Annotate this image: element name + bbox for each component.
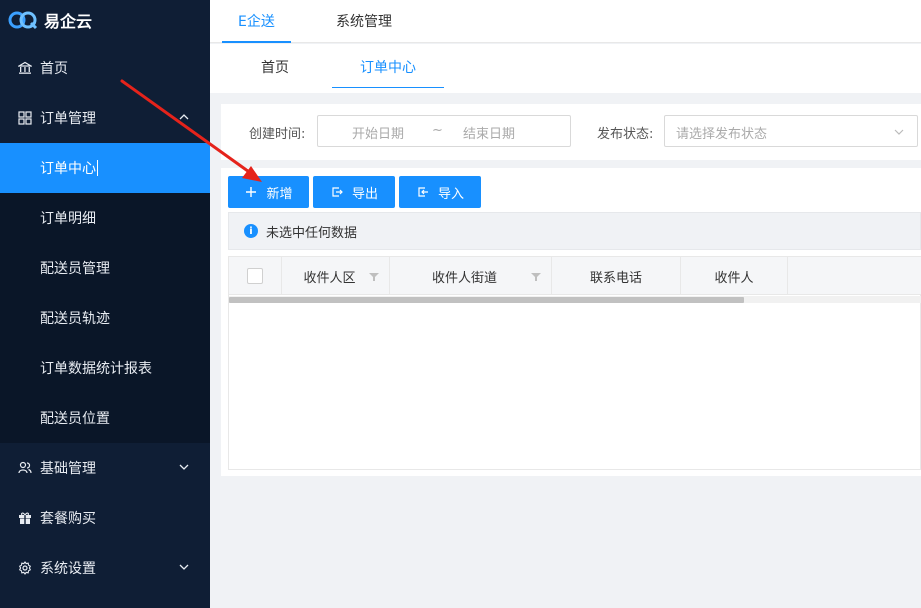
sidebar-item-home[interactable]: 首页 (0, 43, 210, 93)
order-table-card: 新增 导出 导入 i 未选中任何数据 收件人区 收件人街道 联系电话 收件人 (221, 168, 921, 476)
plus-icon (244, 185, 258, 199)
tab-home[interactable]: 首页 (232, 44, 318, 88)
column-header-recipient-street[interactable]: 收件人街道 (390, 257, 552, 295)
selection-info-bar: i 未选中任何数据 (228, 212, 921, 250)
sidebar-item-basic-management[interactable]: 基础管理 (0, 443, 210, 493)
column-header-label: 联系电话 (589, 270, 642, 286)
logo[interactable]: 易企云 (0, 0, 210, 40)
table-header: 收件人区 收件人街道 联系电话 收件人 (229, 257, 921, 295)
export-icon (330, 185, 344, 199)
sidebar-item-label: 订单明细 (40, 211, 96, 227)
import-button[interactable]: 导入 (399, 176, 481, 208)
filter-icon[interactable] (531, 271, 541, 281)
sidebar-item-courier-track[interactable]: 配送员轨迹 (0, 293, 210, 343)
grid-icon (18, 111, 32, 125)
filter-icon[interactable] (369, 271, 379, 281)
tab-system-management[interactable]: 系统管理 (336, 0, 392, 43)
column-header-recipient[interactable]: 收件人 (681, 257, 788, 295)
range-separator: ~ (432, 123, 443, 138)
gear-icon (18, 561, 32, 575)
scrollbar-thumb[interactable] (229, 297, 744, 303)
export-button[interactable]: 导出 (313, 176, 395, 208)
gift-icon (18, 511, 32, 525)
column-header-recipient-district[interactable]: 收件人区 (282, 257, 390, 295)
chevron-down-icon (178, 561, 190, 573)
start-date-input[interactable]: 开始日期 (352, 123, 404, 142)
sidebar-item-label: 首页 (40, 61, 68, 77)
select-all-cell (229, 257, 282, 295)
export-button-label: 导出 (351, 186, 378, 202)
import-button-label: 导入 (437, 186, 464, 202)
sidebar-item-label: 配送员位置 (40, 411, 110, 427)
sidebar-item-courier-location[interactable]: 配送员位置 (0, 393, 210, 443)
sidebar: 易企云 首页 订单管理 订单中心 订单明细 配送员管理 配送员轨迹 订单数据统计… (0, 0, 210, 608)
filter-panel: 创建时间: 开始日期 ~ 结束日期 发布状态: 请选择发布状态 (221, 104, 921, 160)
sidebar-item-label: 订单中心 (40, 161, 96, 177)
order-table: 收件人区 收件人街道 联系电话 收件人 (228, 256, 921, 470)
tab-order-center[interactable]: 订单中心 (332, 44, 444, 88)
sidebar-item-label: 配送员轨迹 (40, 311, 110, 327)
tab-e-delivery[interactable]: E企送 (222, 0, 291, 43)
import-icon (416, 185, 430, 199)
sidebar-item-label: 订单数据统计报表 (40, 361, 152, 377)
sidebar-item-order-details[interactable]: 订单明细 (0, 193, 210, 243)
column-header-label: 收件人区 (303, 270, 356, 286)
sidebar-item-label: 基础管理 (40, 461, 96, 477)
logo-icon (8, 9, 40, 31)
sidebar-item-order-stats-report[interactable]: 订单数据统计报表 (0, 343, 210, 393)
status-select[interactable]: 请选择发布状态 (664, 115, 918, 147)
end-date-input[interactable]: 结束日期 (463, 123, 515, 142)
sidebar-item-courier-management[interactable]: 配送员管理 (0, 243, 210, 293)
column-header-label: 收件人街道 (431, 270, 497, 286)
user-group-icon (18, 461, 32, 475)
sidebar-item-label: 订单管理 (40, 111, 96, 127)
status-select-placeholder: 请选择发布状态 (676, 127, 768, 142)
select-all-checkbox[interactable] (247, 268, 263, 284)
sidebar-item-package-purchase[interactable]: 套餐购买 (0, 493, 210, 543)
submenu-order-management: 订单中心 订单明细 配送员管理 配送员轨迹 订单数据统计报表 配送员位置 (0, 143, 210, 443)
date-range-picker[interactable]: 开始日期 ~ 结束日期 (317, 115, 571, 147)
column-header-label: 收件人 (714, 270, 754, 286)
created-time-label: 创建时间: (249, 127, 306, 142)
top-navigation: E企送 系统管理 (210, 0, 921, 43)
chevron-down-icon (893, 126, 905, 138)
app-name: 易企云 (44, 12, 93, 31)
sidebar-item-order-center[interactable]: 订单中心 (0, 143, 210, 193)
sidebar-item-label: 配送员管理 (40, 261, 110, 277)
add-button-label: 新增 (266, 186, 293, 202)
horizontal-scrollbar[interactable] (229, 296, 921, 303)
sidebar-item-system-settings[interactable]: 系统设置 (0, 543, 210, 593)
bank-icon (18, 61, 32, 75)
selection-info-text: 未选中任何数据 (266, 225, 358, 241)
add-button[interactable]: 新增 (228, 176, 309, 208)
sidebar-item-label: 套餐购买 (40, 511, 96, 527)
status-label: 发布状态: (597, 127, 654, 142)
chevron-up-icon (178, 111, 190, 123)
info-icon: i (244, 224, 258, 238)
sidebar-item-order-management[interactable]: 订单管理 (0, 93, 210, 143)
column-header-phone[interactable]: 联系电话 (552, 257, 681, 295)
page-tabs: 首页 订单中心 (210, 44, 921, 93)
text-cursor (97, 160, 98, 176)
sidebar-item-label: 系统设置 (40, 561, 96, 577)
chevron-down-icon (178, 461, 190, 473)
